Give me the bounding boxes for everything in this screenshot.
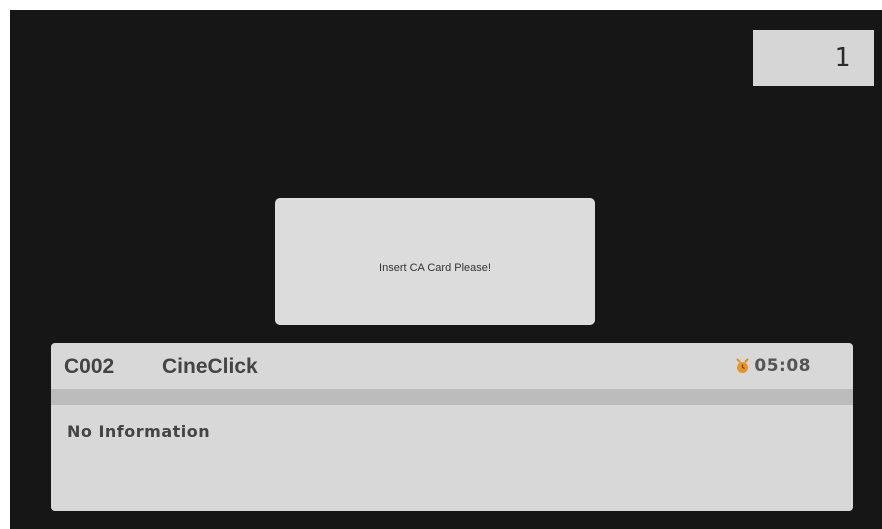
alarm-clock-icon xyxy=(736,358,750,373)
channel-number-display: 1 xyxy=(753,30,874,86)
program-info-text: No Information xyxy=(67,422,211,441)
current-time: 05:08 xyxy=(754,356,811,376)
channel-info-bar: C002 CineClick 05:08 No Information xyxy=(51,343,853,511)
channel-id: C002 xyxy=(64,355,115,378)
ca-card-popup: Insert CA Card Please! xyxy=(275,198,595,325)
clock: 05:08 xyxy=(736,356,811,376)
tv-screen: 1 Insert CA Card Please! C002 CineClick … xyxy=(10,10,882,529)
info-bar-header: C002 CineClick 05:08 xyxy=(51,343,853,389)
popup-message: Insert CA Card Please! xyxy=(379,261,491,274)
channel-name: CineClick xyxy=(162,355,258,378)
info-bar-separator xyxy=(51,389,853,405)
